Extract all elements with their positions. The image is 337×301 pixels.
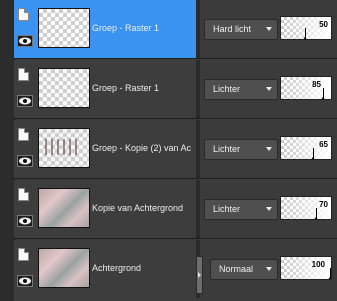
layer-type-icon (18, 68, 29, 81)
layer-name: Achtergrond (92, 263, 142, 273)
visibility-eye-icon[interactable] (17, 215, 33, 227)
blend-mode-dropdown[interactable]: Normaal (210, 259, 278, 280)
layer-header[interactable]: Groep - Kopie (2) van Ac (14, 120, 200, 178)
visibility-eye-icon[interactable] (17, 35, 33, 47)
chevron-down-icon (266, 267, 272, 271)
panel-resize-handle[interactable] (196, 256, 203, 294)
opacity-marker[interactable] (320, 88, 326, 99)
layer-thumbnail (38, 248, 90, 288)
opacity-slider[interactable]: 50 (280, 16, 332, 40)
opacity-value: 85 (312, 80, 321, 89)
layer-header[interactable]: Achtergrond (14, 240, 200, 301)
opacity-value: 50 (319, 20, 328, 29)
layer-type-icon (18, 248, 29, 261)
blend-mode-label: Hard licht (213, 24, 252, 34)
opacity-value: 100 (311, 260, 325, 269)
layers-left-strip (0, 0, 15, 301)
layer-header[interactable]: Groep - Raster 1 (14, 60, 200, 118)
layer-row[interactable]: Kopie van Achtergrond Lichter 70 (14, 180, 337, 239)
layer-thumbnail (38, 128, 90, 168)
blend-mode-label: Lichter (213, 144, 241, 154)
opacity-marker[interactable] (310, 148, 316, 159)
layer-name: Groep - Kopie (2) van Ac (92, 143, 192, 153)
blend-mode-dropdown[interactable]: Lichter (204, 199, 278, 220)
blend-mode-dropdown[interactable]: Hard licht (204, 19, 278, 40)
opacity-slider[interactable]: 85 (280, 76, 332, 100)
blend-mode-label: Normaal (219, 264, 254, 274)
layer-thumbnail (38, 8, 90, 48)
layer-type-icon (18, 8, 29, 21)
visibility-eye-icon[interactable] (17, 95, 33, 107)
layer-row[interactable]: Groep - Kopie (2) van Ac Lichter 65 (14, 120, 337, 179)
layers-panel: Groep - Raster 1 Hard licht 50 Groep - R… (0, 0, 337, 301)
visibility-eye-icon[interactable] (17, 155, 33, 167)
chevron-down-icon (266, 147, 272, 151)
layer-row[interactable]: Groep - Raster 1 Hard licht 50 (14, 0, 337, 59)
layer-type-icon (18, 188, 29, 201)
opacity-value: 70 (319, 200, 328, 209)
chevron-down-icon (266, 207, 272, 211)
layer-name: Kopie van Achtergrond (92, 203, 184, 213)
opacity-slider[interactable]: 70 (280, 196, 332, 220)
layer-name: Groep - Raster 1 (92, 83, 160, 93)
layer-thumbnail (38, 68, 90, 108)
blend-mode-dropdown[interactable]: Lichter (204, 139, 278, 160)
opacity-marker[interactable] (302, 28, 308, 39)
chevron-down-icon (266, 87, 272, 91)
layer-row[interactable]: Groep - Raster 1 Lichter 85 (14, 60, 337, 119)
layer-thumbnail (38, 188, 90, 228)
layer-row[interactable]: Achtergrond Normaal 100 (14, 240, 337, 301)
layer-header[interactable]: Groep - Raster 1 (14, 0, 200, 58)
opacity-slider[interactable]: 100 (280, 256, 332, 280)
opacity-marker[interactable] (313, 208, 319, 219)
blend-mode-label: Lichter (213, 84, 241, 94)
layer-header[interactable]: Kopie van Achtergrond (14, 180, 200, 238)
chevron-down-icon (266, 27, 272, 31)
opacity-value: 65 (319, 140, 328, 149)
opacity-marker[interactable] (327, 268, 331, 279)
opacity-slider[interactable]: 65 (280, 136, 332, 160)
layer-name: Groep - Raster 1 (92, 23, 160, 33)
layer-type-icon (18, 128, 29, 141)
blend-mode-dropdown[interactable]: Lichter (204, 79, 278, 100)
blend-mode-label: Lichter (213, 204, 241, 214)
visibility-eye-icon[interactable] (17, 275, 33, 287)
